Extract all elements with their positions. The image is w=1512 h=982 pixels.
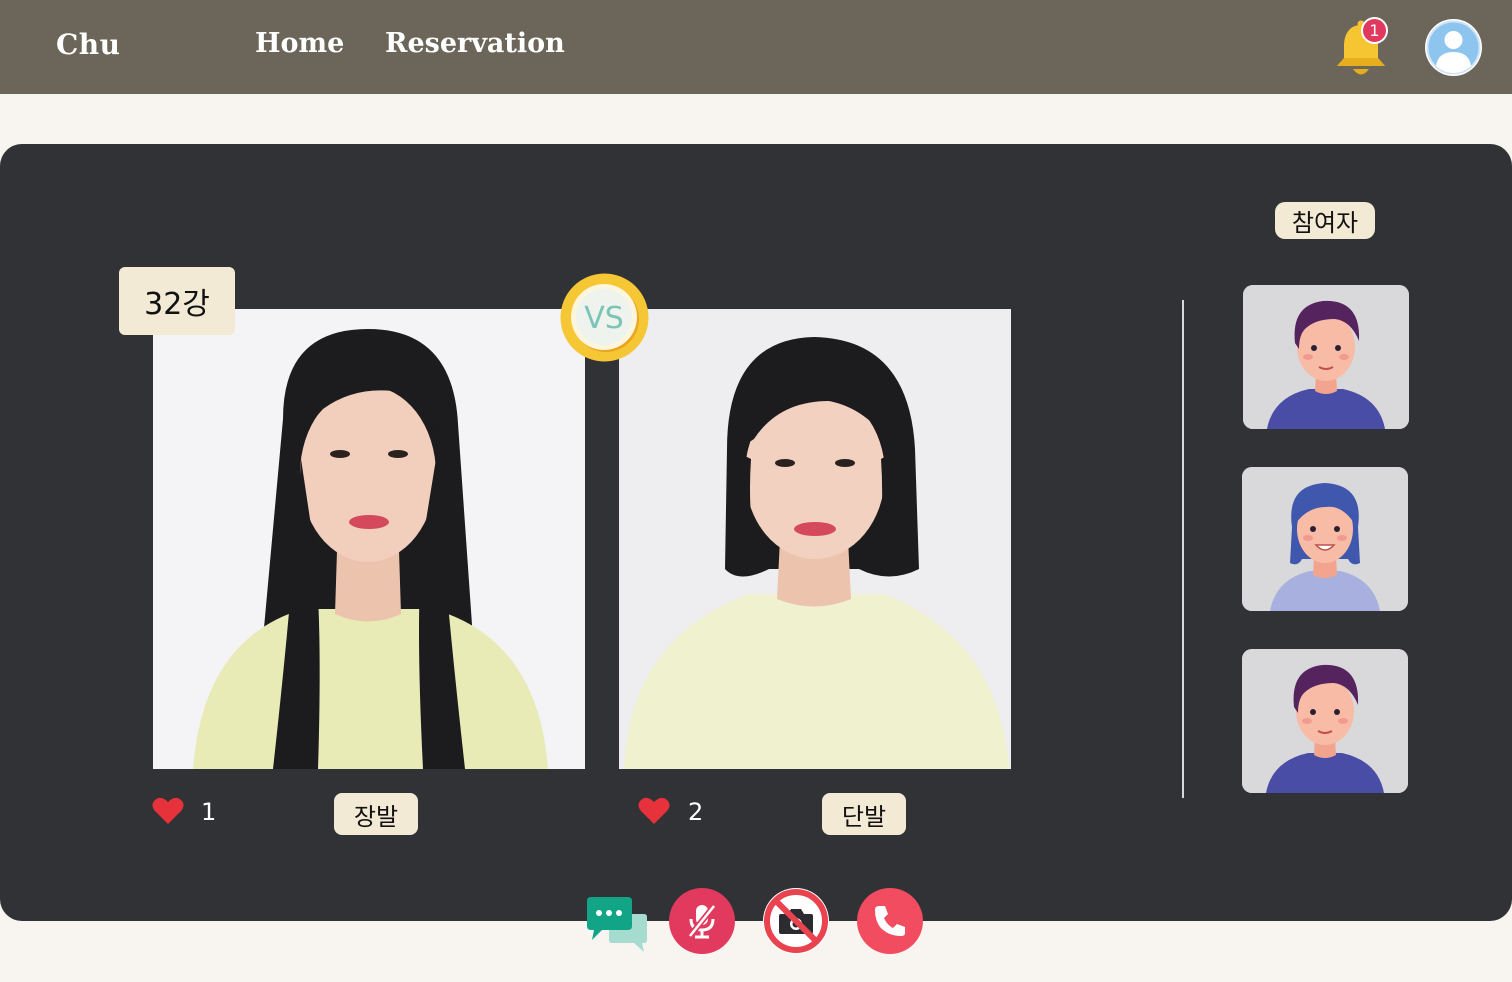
top-navbar: Chu Home Reservation 1 xyxy=(0,0,1512,94)
participant-avatar[interactable] xyxy=(1242,649,1408,793)
user-avatar-icon[interactable] xyxy=(1425,19,1482,76)
heart-icon[interactable] xyxy=(152,797,184,825)
camera-off-icon[interactable] xyxy=(763,888,829,954)
mic-off-icon[interactable] xyxy=(669,888,735,954)
brand-logo[interactable]: Chu xyxy=(56,28,121,61)
hang-up-icon[interactable] xyxy=(857,888,923,954)
heart-icon[interactable] xyxy=(638,797,670,825)
vs-icon: VS xyxy=(559,272,650,363)
svg-text:VS: VS xyxy=(584,301,624,336)
left-like-count: 1 xyxy=(201,798,217,826)
left-style-tag[interactable]: 장발 xyxy=(334,793,418,835)
nav-reservation-link[interactable]: Reservation xyxy=(385,28,565,59)
participant-avatar[interactable] xyxy=(1242,467,1408,611)
right-like-count: 2 xyxy=(688,798,704,826)
long-hair-woman-photo[interactable] xyxy=(153,309,585,769)
notification-badge: 1 xyxy=(1361,17,1388,44)
participant-avatar[interactable] xyxy=(1243,285,1409,429)
chat-icon[interactable] xyxy=(584,888,650,954)
right-style-tag[interactable]: 단발 xyxy=(822,793,906,835)
participants-label: 참여자 xyxy=(1275,202,1375,239)
round-badge: 32강 xyxy=(119,267,235,335)
nav-home-link[interactable]: Home xyxy=(255,28,344,59)
panel-divider xyxy=(1182,300,1184,798)
short-hair-woman-photo[interactable] xyxy=(619,309,1011,769)
